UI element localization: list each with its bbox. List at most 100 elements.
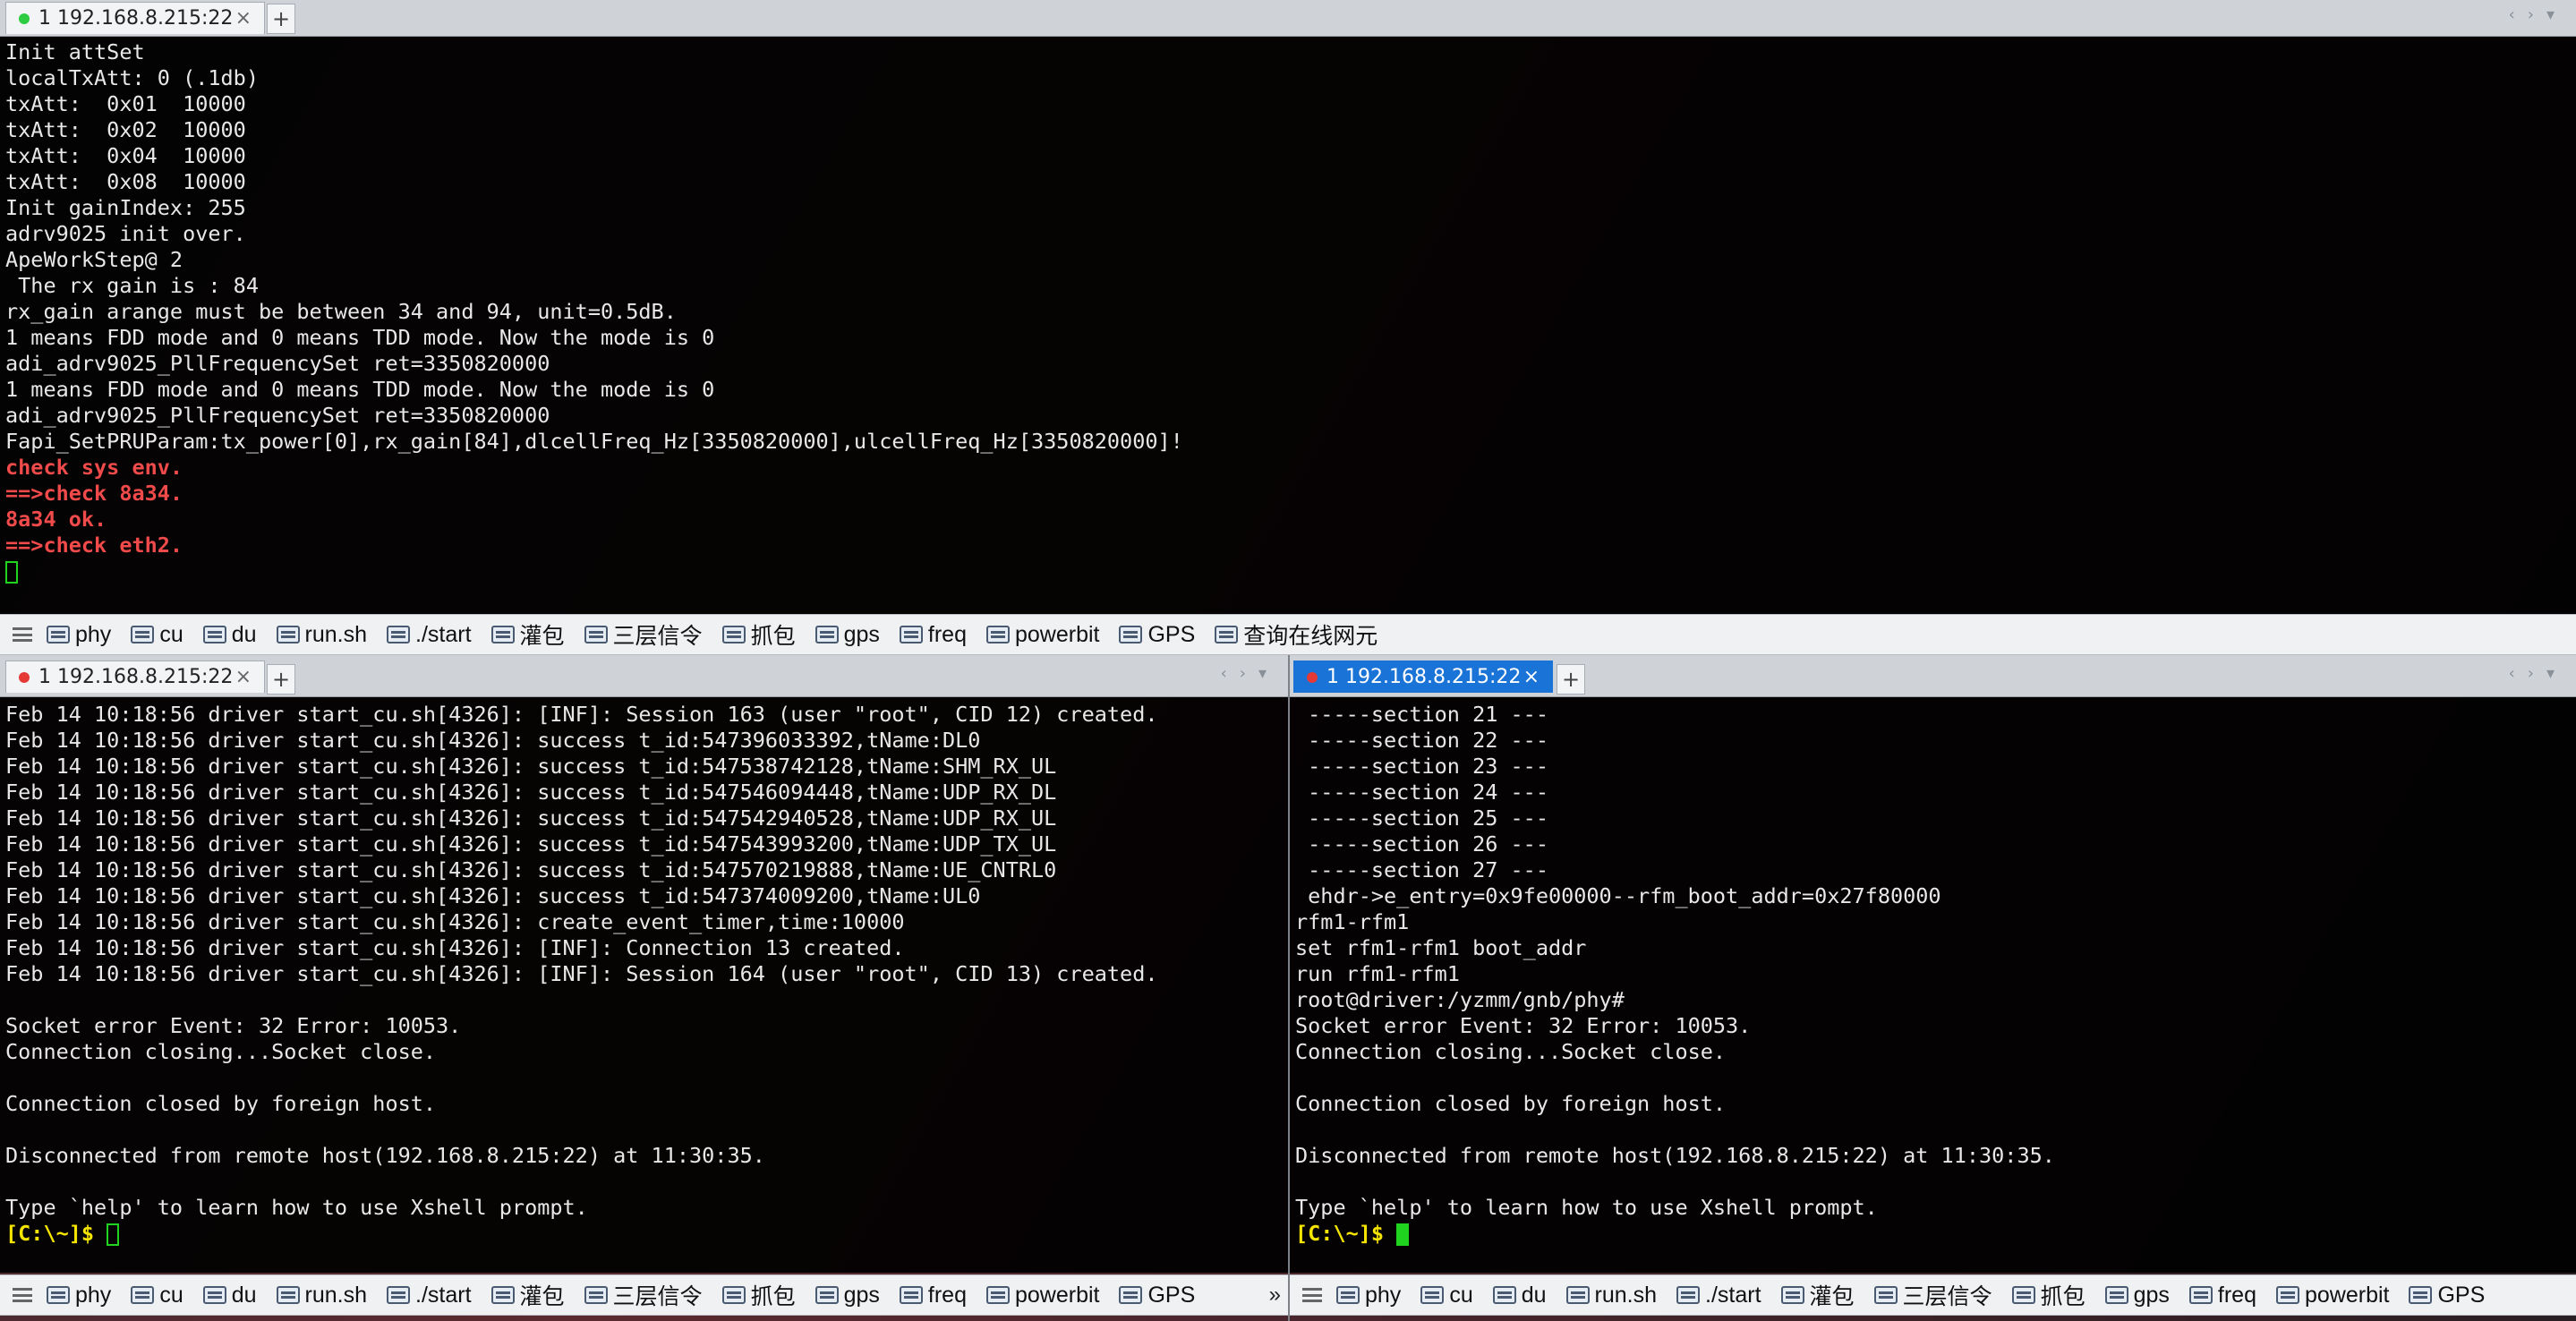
quick-command-icon <box>276 1286 300 1304</box>
quick-command-icon <box>899 1286 923 1304</box>
cursor-line <box>5 558 2571 584</box>
session-tab-right[interactable]: 1 192.168.8.215:22 × <box>1293 660 1553 693</box>
session-status-icon <box>1307 671 1318 683</box>
tab-scroll-arrows-icon[interactable]: ‹›▾ <box>2509 5 2567 24</box>
right-terminal-output[interactable]: -----section 21 --- -----section 22 --- … <box>1295 702 2571 1247</box>
quick-command-button[interactable]: run.sh <box>1565 1283 1657 1308</box>
quick-command-button[interactable]: gps <box>2104 1283 2170 1308</box>
add-tab-button[interactable]: + <box>1557 664 1585 695</box>
quick-command-label: phy <box>75 1282 112 1308</box>
quick-command-button[interactable]: 灌包 <box>490 1279 565 1311</box>
quick-command-icon <box>202 1286 226 1304</box>
top-terminal-output[interactable]: Init attSet localTxAtt: 0 (.1db) txAtt: 0x… <box>5 39 2571 584</box>
terminal-line: -----section 23 --- <box>1295 754 1548 779</box>
quick-command-button[interactable]: du <box>1492 1283 1547 1308</box>
hamburger-menu-icon[interactable] <box>13 627 32 642</box>
quick-command-button[interactable]: phy <box>1336 1283 1401 1308</box>
quick-command-button[interactable]: ./start <box>387 622 472 648</box>
quick-command-button[interactable]: cu <box>131 1283 183 1308</box>
terminal-line: Feb 14 10:18:56 driver start_cu.sh[4326]… <box>5 702 1158 727</box>
quick-command-icon <box>1336 1286 1360 1304</box>
quick-command-button[interactable]: 灌包 <box>490 618 565 651</box>
quick-command-label: 灌包 <box>1809 1284 1855 1309</box>
quick-command-button[interactable]: cu <box>131 622 183 648</box>
quick-command-button[interactable]: freq <box>899 622 967 648</box>
terminal-line: ==>check 8a34. <box>5 481 183 506</box>
prompt-line[interactable]: [C:\~]$ <box>5 1221 1283 1247</box>
hamburger-menu-icon[interactable] <box>1302 1288 1322 1302</box>
quick-command-button[interactable]: GPS <box>1119 1283 1195 1308</box>
quick-command-label: freq <box>2217 1282 2256 1308</box>
terminal-line: txAtt: 0x02 10000 <box>5 117 246 142</box>
quick-command-button[interactable]: 抓包 <box>721 618 796 651</box>
quick-command-button[interactable]: powerbit <box>985 622 1099 648</box>
quick-command-icon <box>1873 1286 1898 1304</box>
hamburger-menu-icon[interactable] <box>13 1288 32 1302</box>
left-terminal-output[interactable]: Feb 14 10:18:56 driver start_cu.sh[4326]… <box>5 702 1283 1247</box>
quick-command-label: 查询在线网元 <box>1243 624 1378 649</box>
terminal-line: The rx gain is : 84 <box>5 273 259 298</box>
quick-command-button[interactable]: gps <box>815 622 880 648</box>
quick-command-button[interactable]: 三层信令 <box>1873 1279 1992 1311</box>
quick-command-button[interactable]: 三层信令 <box>584 1279 703 1311</box>
quick-command-button[interactable]: 查询在线网元 <box>1215 618 1378 651</box>
quick-command-icon <box>131 626 155 643</box>
quick-command-button[interactable]: du <box>202 1283 257 1308</box>
prompt-line[interactable]: [C:\~]$ <box>1295 1221 2571 1247</box>
session-tab-top[interactable]: 1 192.168.8.215:22 × <box>5 2 265 34</box>
pane-splitter[interactable] <box>1288 655 1290 1321</box>
quick-command-label: 灌包 <box>519 1284 565 1309</box>
quick-command-icon <box>1565 1286 1590 1304</box>
tab-scroll-arrows-icon[interactable]: ‹›▾ <box>2509 664 2567 683</box>
close-icon[interactable]: × <box>235 666 252 688</box>
terminal-line: Type `help' to learn how to use Xshell p… <box>5 1195 588 1220</box>
terminal-line: Feb 14 10:18:56 driver start_cu.sh[4326]… <box>5 754 1057 779</box>
quick-command-button[interactable]: GPS <box>1119 622 1195 648</box>
tab-label: 1 192.168.8.215:22 <box>1326 666 1522 688</box>
quick-command-button[interactable]: 三层信令 <box>584 618 703 651</box>
quick-command-button[interactable]: freq <box>2188 1282 2256 1308</box>
quick-command-button[interactable]: GPS <box>2409 1283 2485 1308</box>
quick-command-button[interactable]: du <box>202 622 257 648</box>
terminal-line: adi_adrv9025_PllFrequencySet ret=3350820… <box>5 351 550 376</box>
quick-command-button[interactable]: run.sh <box>276 1283 367 1308</box>
session-tab-left[interactable]: 1 192.168.8.215:22 × <box>5 660 265 693</box>
quick-command-button[interactable]: ./start <box>1676 1283 1761 1308</box>
quick-command-button[interactable]: ./start <box>387 1283 472 1308</box>
tab-scroll-arrows-icon[interactable]: ‹›▾ <box>1221 664 1279 683</box>
close-icon[interactable]: × <box>1523 666 1540 688</box>
quick-command-button[interactable]: powerbit <box>985 1283 1099 1308</box>
quick-command-label: cu <box>159 1282 183 1308</box>
quick-command-icon <box>1676 1286 1701 1304</box>
quick-command-icon <box>276 626 300 643</box>
terminal-line: check sys env. <box>5 455 183 480</box>
quick-command-button[interactable]: freq <box>899 1283 967 1308</box>
terminal-line: -----section 22 --- <box>1295 728 1548 753</box>
quick-command-button[interactable]: gps <box>815 1283 880 1308</box>
terminal-line: txAtt: 0x01 10000 <box>5 91 246 116</box>
terminal-line: Connection closing...Socket close. <box>1295 1039 1727 1064</box>
quick-command-button[interactable]: powerbit <box>2275 1283 2389 1308</box>
add-tab-button[interactable]: + <box>267 4 295 34</box>
quick-command-icon <box>2104 1286 2128 1304</box>
session-status-icon <box>19 13 30 24</box>
more-commands-icon[interactable]: » <box>1269 1283 1281 1308</box>
quick-command-icon <box>1119 1286 1143 1304</box>
quick-command-button[interactable]: 抓包 <box>2011 1279 2086 1311</box>
quick-command-label: 三层信令 <box>612 1284 703 1309</box>
quick-command-button[interactable]: cu <box>1420 1283 1473 1308</box>
quick-command-label: 三层信令 <box>1902 1284 1992 1309</box>
quick-command-label: ./start <box>1705 1282 1761 1308</box>
quick-command-icon <box>815 1286 839 1304</box>
quick-command-button[interactable]: phy <box>47 1283 111 1308</box>
terminal-line: Connection closed by foreign host. <box>1295 1091 1727 1116</box>
quick-command-label: 抓包 <box>750 1284 796 1309</box>
quick-command-button[interactable]: 灌包 <box>1780 1279 1855 1311</box>
quick-command-button[interactable]: 抓包 <box>721 1279 796 1311</box>
quick-command-button[interactable]: run.sh <box>276 622 367 648</box>
add-tab-button[interactable]: + <box>267 664 295 695</box>
quick-command-button[interactable]: phy <box>47 622 111 648</box>
close-icon[interactable]: × <box>235 7 252 30</box>
